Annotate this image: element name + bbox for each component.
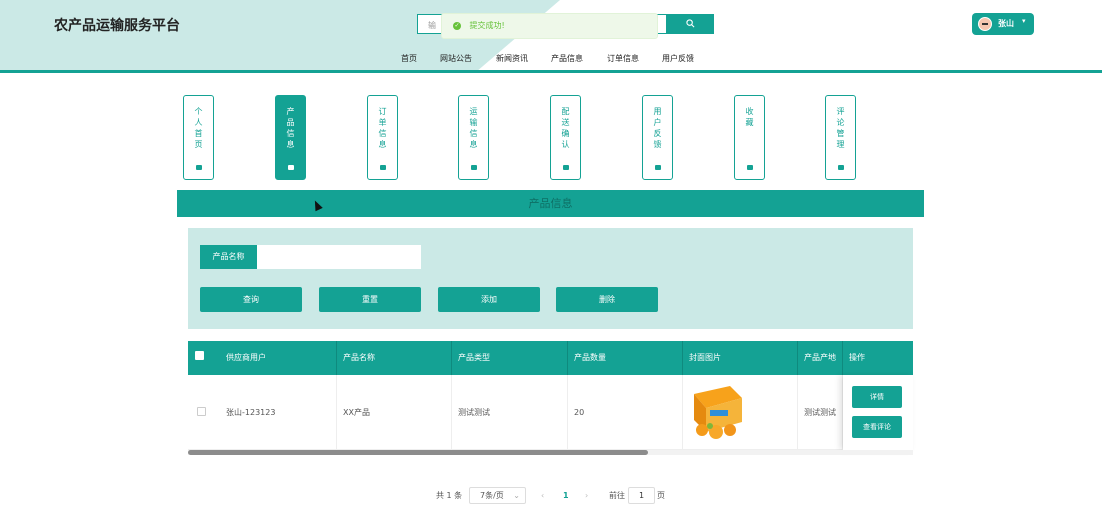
tab-favorites[interactable]: 收藏	[734, 95, 765, 180]
tab-personal-home[interactable]: 个人首页	[183, 95, 214, 180]
row-checkbox[interactable]	[197, 407, 206, 416]
panel-title: 产品信息	[177, 190, 924, 217]
toast-text: 提交成功!	[469, 21, 505, 30]
nav-item-products[interactable]: 产品信息	[551, 53, 583, 64]
user-menu-button[interactable]: 张山 ▾	[972, 13, 1034, 35]
nav-item-orders[interactable]: 订单信息	[607, 53, 639, 64]
home-icon	[380, 165, 386, 170]
goto-label: 前往	[609, 491, 625, 500]
detail-button[interactable]: 详情	[852, 386, 902, 408]
cell-supplier: 张山-123123	[220, 375, 337, 450]
tab-label: 运输信息	[469, 107, 478, 149]
nav-item-announcements[interactable]: 网站公告	[440, 53, 472, 64]
pagination-total: 共 1 条	[436, 491, 463, 500]
tab-label: 订单信息	[378, 107, 387, 149]
cell-quantity: 20	[568, 375, 683, 450]
user-name: 张山	[998, 19, 1014, 28]
tab-label: 用户反馈	[653, 107, 662, 149]
delete-button[interactable]: 删除	[556, 287, 658, 312]
home-icon	[563, 165, 569, 170]
chevron-down-icon: ▾	[1022, 17, 1026, 25]
next-page-button[interactable]: ›	[585, 489, 588, 503]
cell-product-type: 测试测试	[452, 375, 568, 450]
nav-item-news[interactable]: 新闻资讯	[496, 53, 528, 64]
filter-area	[188, 228, 913, 329]
tab-label: 个人首页	[194, 107, 203, 149]
check-circle-icon: ✓	[453, 21, 461, 30]
product-cover-image	[694, 386, 742, 439]
tab-label: 评论管理	[836, 107, 845, 149]
tab-delivery-confirm[interactable]: 配送确认	[550, 95, 581, 180]
goto-suffix: 页	[657, 491, 665, 500]
tab-transport-info[interactable]: 运输信息	[458, 95, 489, 180]
home-icon	[655, 165, 661, 170]
tab-order-info[interactable]: 订单信息	[367, 95, 398, 180]
page-size-select[interactable]: 7条/页 ⌄	[469, 487, 526, 504]
tab-label: 收藏	[745, 107, 754, 127]
filter-label: 产品名称	[200, 245, 257, 269]
column-header: 产品类型	[452, 341, 568, 375]
column-header: 产品产地	[798, 341, 843, 375]
tab-product-info[interactable]: 产品信息	[275, 95, 306, 180]
home-icon	[838, 165, 844, 170]
nav-item-feedback[interactable]: 用户反馈	[662, 53, 694, 64]
select-all-checkbox[interactable]	[195, 351, 204, 360]
home-icon	[747, 165, 753, 170]
query-button[interactable]: 查询	[200, 287, 302, 312]
cell-origin: 测试测试	[798, 375, 843, 450]
prev-page-button[interactable]: ‹	[541, 489, 544, 503]
header-divider	[0, 70, 1102, 73]
home-icon	[471, 165, 477, 170]
column-header: 产品数量	[568, 341, 683, 375]
column-header: 供应商用户	[220, 341, 337, 375]
tab-label: 产品信息	[286, 107, 295, 149]
column-header: 封面图片	[683, 341, 798, 375]
site-title: 农产品运输服务平台	[54, 18, 180, 34]
product-name-input[interactable]	[257, 245, 421, 269]
avatar	[978, 17, 992, 31]
goto-page-input[interactable]: 1	[628, 487, 655, 504]
reset-button[interactable]: 重置	[319, 287, 421, 312]
home-icon	[288, 165, 294, 170]
cell-product-name: XX产品	[337, 375, 452, 450]
success-toast: ✓ 提交成功!	[441, 13, 658, 39]
add-button[interactable]: 添加	[438, 287, 540, 312]
page-number-current[interactable]: 1	[563, 489, 569, 503]
nav-item-home[interactable]: 首页	[401, 53, 417, 64]
column-header: 产品名称	[337, 341, 452, 375]
chevron-down-icon: ⌄	[513, 491, 520, 500]
scrollbar-thumb[interactable]	[188, 450, 648, 455]
home-icon	[196, 165, 202, 170]
tab-user-feedback[interactable]: 用户反馈	[642, 95, 673, 180]
view-reviews-button[interactable]: 查看评论	[852, 416, 902, 438]
tab-review-management[interactable]: 评论管理	[825, 95, 856, 180]
search-icon	[686, 19, 695, 28]
column-header: 操作	[849, 353, 865, 362]
tab-label: 配送确认	[561, 107, 570, 149]
search-button[interactable]	[667, 14, 714, 34]
page-size-value: 7条/页	[480, 491, 504, 500]
